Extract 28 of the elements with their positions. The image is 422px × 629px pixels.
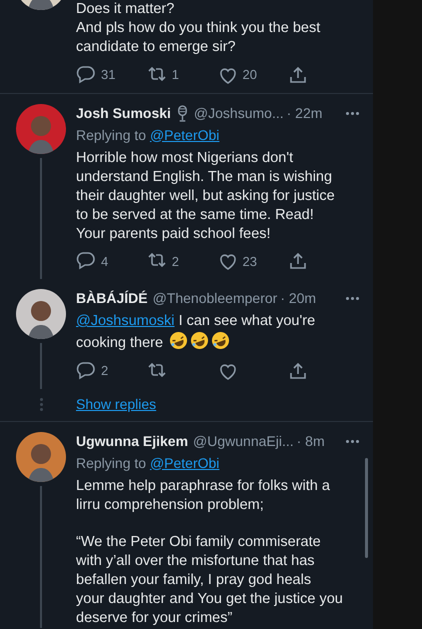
mention-link[interactable]: @Joshsumoski xyxy=(76,313,175,329)
like-count: 20 xyxy=(242,66,257,84)
timestamp[interactable]: · 22m xyxy=(286,104,322,122)
user-name[interactable]: Ugwunna Ejikem xyxy=(76,432,188,450)
tweet-text: Horrible how most Nigerians don't understand English. The man is wishing their daughter well, but asking for justice to be served at the same time. Read! Your parents paid school fees! xyxy=(76,148,336,244)
user-handle[interactable]: @Joshsumo... xyxy=(194,104,284,122)
replie-count: 4 xyxy=(101,252,108,270)
user-name[interactable]: BÀBÁJÍDÉ xyxy=(76,289,148,308)
tweet-text: “We the Peter Obi family commiserate with y’all over the misfortune that has befallen your family, I pray god heals your daughter and You get the justice you deserve for your crimes” xyxy=(76,532,344,628)
like-count: 23 xyxy=(242,252,257,270)
replying-to-text: Replying to @PeterObi xyxy=(76,126,220,144)
tweet-text: @Joshsumoski I can see what you're cooking there xyxy=(76,312,316,353)
mention-link[interactable]: @PeterObi xyxy=(150,126,220,142)
mention-link[interactable]: @PeterObi xyxy=(150,454,220,470)
retweet-count: 2 xyxy=(172,252,179,270)
user-name[interactable]: Josh Sumoski xyxy=(76,104,171,122)
timestamp[interactable]: · 8m xyxy=(296,432,325,450)
tweet-text: Does it matter? xyxy=(76,0,176,19)
show-replies-link[interactable]: Show replies xyxy=(76,394,156,415)
replie-count: 31 xyxy=(101,66,116,84)
tweet-text: And pls how do you think you the best candidate to emerge sir? xyxy=(76,19,322,57)
user-handle[interactable]: @Thenobleemperor xyxy=(152,289,278,308)
replying-to-text: Replying to @PeterObi xyxy=(76,454,220,472)
tweet-text: Lemme help paraphrase for folks with a lirru comprehension problem; xyxy=(76,476,331,514)
retweet-count: 1 xyxy=(172,66,179,84)
timestamp[interactable]: · 20m xyxy=(280,289,316,308)
user-handle[interactable]: @UgwunnaEji... xyxy=(193,432,294,450)
replie-count: 2 xyxy=(101,362,108,380)
